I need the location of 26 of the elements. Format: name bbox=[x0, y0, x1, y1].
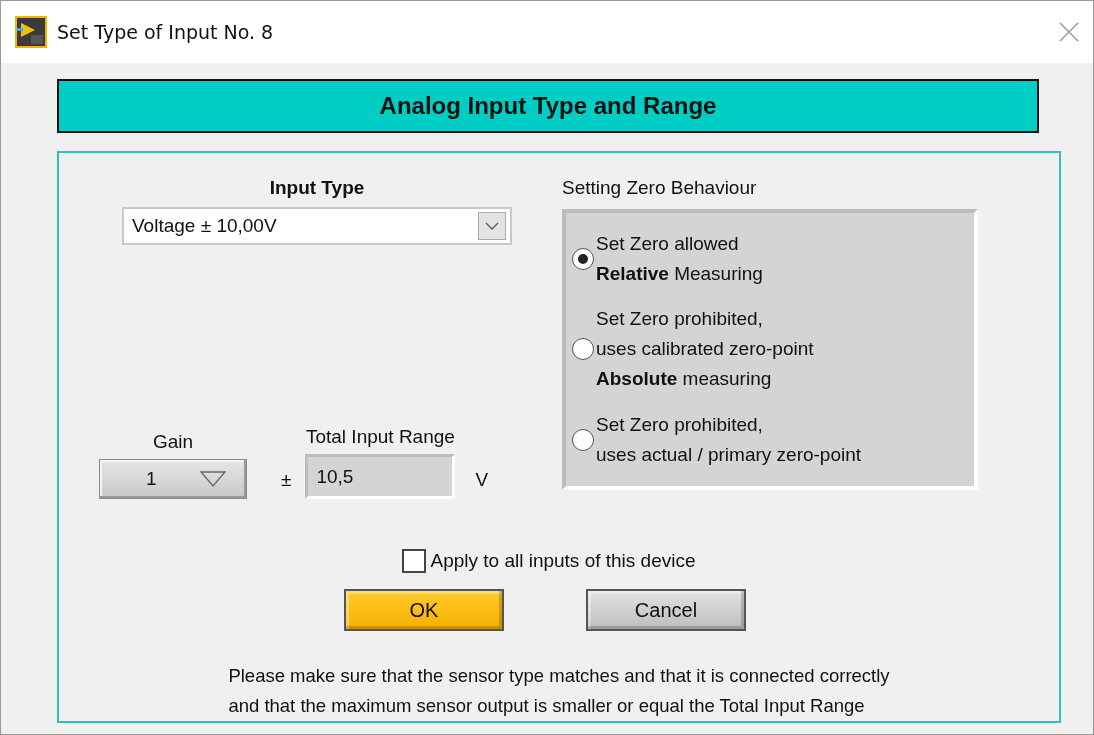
section-header: Analog Input Type and Range bbox=[57, 79, 1039, 133]
zero-behaviour-label: Setting Zero Behaviour bbox=[562, 177, 758, 199]
option-label: Set Zero prohibited, uses calibrated zero-point Absolute measuring bbox=[596, 307, 814, 392]
option-label: Set Zero prohibited, uses actual / primary zero-point bbox=[596, 413, 862, 468]
ok-button[interactable]: OK bbox=[344, 589, 504, 631]
window-title: Set Type of Input No. 8 bbox=[57, 21, 275, 43]
checkbox[interactable] bbox=[402, 549, 427, 573]
input-type-label: Input Type bbox=[269, 177, 365, 199]
radio-button[interactable] bbox=[572, 338, 594, 361]
note-line: Please make sure that the sensor type matches and that it is connected correctly bbox=[228, 664, 890, 688]
gain-dropdown[interactable]: 1 bbox=[99, 459, 247, 499]
radio-button[interactable] bbox=[572, 247, 594, 270]
checkbox-label: Apply to all inputs of this device bbox=[430, 550, 696, 572]
option-label: Set Zero allowed Relative Measuring bbox=[596, 231, 763, 286]
input-type-dropdown[interactable]: Voltage ± 10,00V bbox=[122, 207, 512, 245]
unit-label: V bbox=[475, 469, 489, 491]
close-icon[interactable] bbox=[1059, 22, 1079, 42]
plus-minus-sign: ± bbox=[281, 469, 292, 491]
app-icon bbox=[15, 16, 47, 48]
gain-label: Gain bbox=[152, 431, 194, 453]
triangle-down-icon bbox=[200, 471, 226, 487]
note-line: and that the maximum sensor output is smaller or equal the Total Input Range bbox=[228, 694, 865, 718]
cancel-button[interactable]: Cancel bbox=[586, 589, 746, 631]
radio-button[interactable] bbox=[572, 429, 594, 452]
total-range-label: Total Input Range bbox=[305, 426, 455, 448]
total-range-field: 10,5 bbox=[305, 454, 456, 499]
